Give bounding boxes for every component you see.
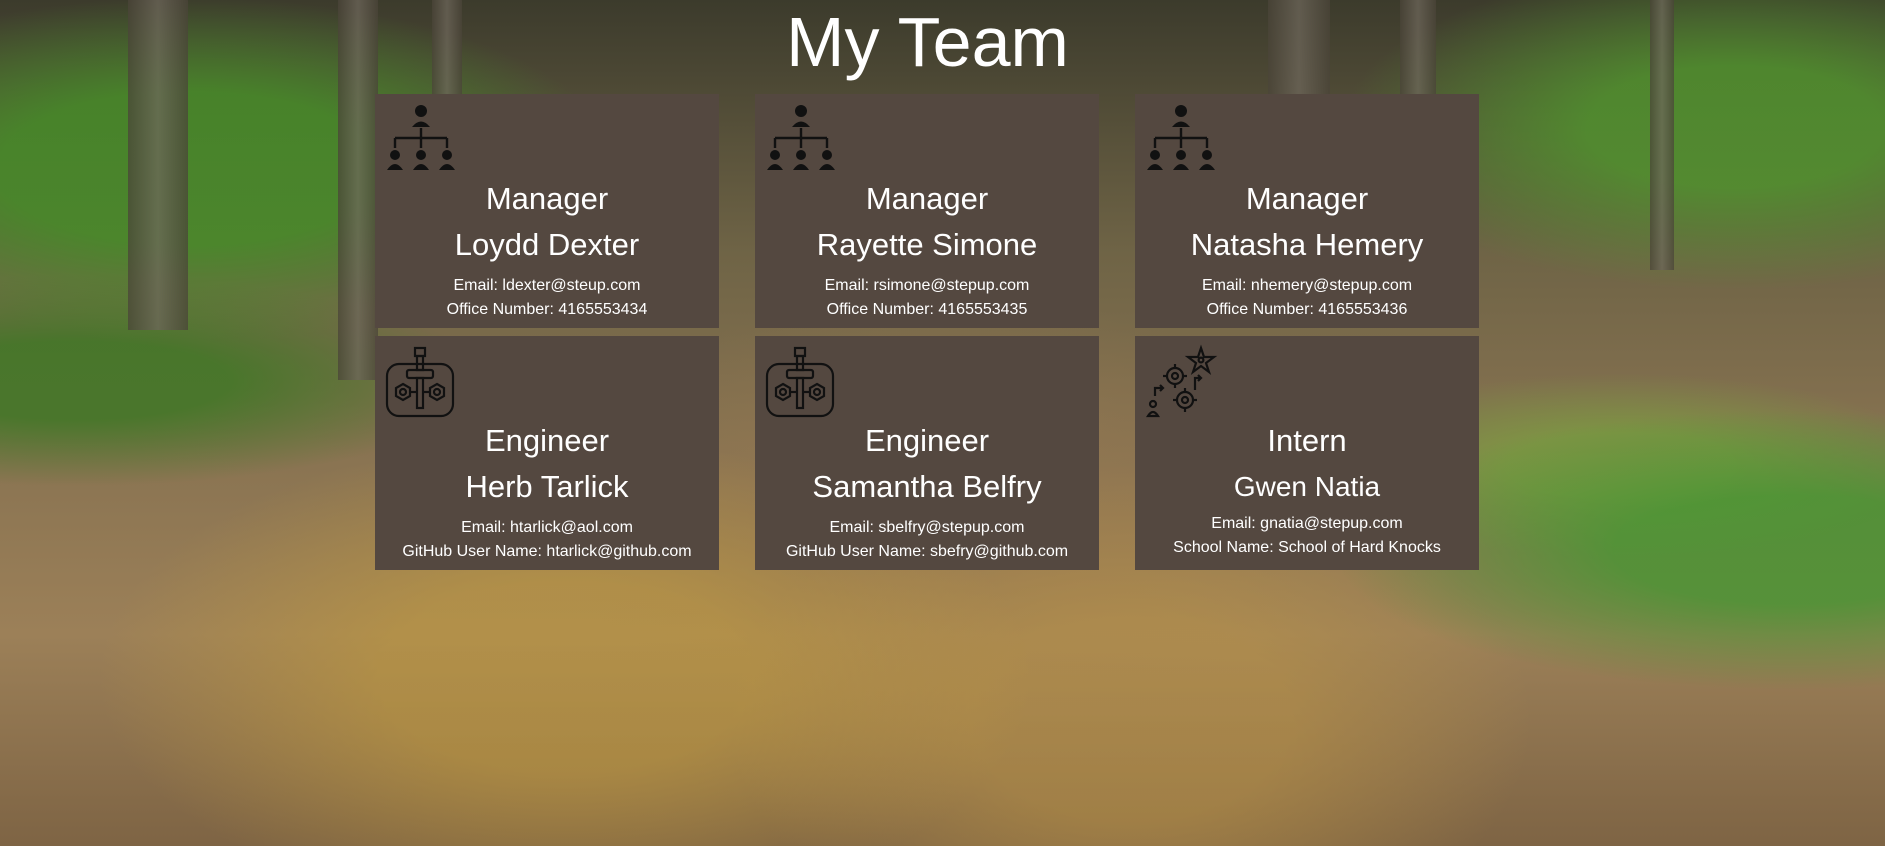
employee-card-manager: Manager Rayette Simone Email: rsimone@st… [755, 94, 1099, 328]
card-role: Manager [865, 181, 989, 216]
engineering-tool-icon [385, 346, 455, 418]
card-role: Intern [1267, 423, 1347, 458]
card-email: Email: rsimone@stepup.com [824, 277, 1030, 294]
card-email: Email: nhemery@stepup.com [1201, 277, 1413, 294]
page-title: My Team [786, 3, 1069, 81]
card-office-number: Office Number: 4165553436 [1206, 301, 1408, 318]
card-name: Samantha Belfry [812, 469, 1042, 504]
employee-card-manager: Manager Loydd Dexter Email: ldexter@steu… [375, 94, 719, 328]
card-office-number: Office Number: 4165553435 [826, 301, 1028, 318]
engineering-tool-icon [765, 346, 835, 418]
card-github-username: GitHub User Name: htarlick@github.com [402, 543, 692, 560]
org-chart-icon [1147, 105, 1215, 170]
card-role: Engineer [864, 423, 990, 458]
card-email: Email: ldexter@steup.com [453, 277, 641, 294]
card-email: Email: htarlick@aol.com [461, 519, 633, 536]
employee-card-engineer: Engineer Herb Tarlick Email: htarlick@ao… [375, 336, 719, 570]
card-school-name: School Name: School of Hard Knocks [1173, 539, 1441, 556]
card-name: Herb Tarlick [465, 469, 629, 504]
card-role: Engineer [484, 423, 610, 458]
card-email: Email: gnatia@stepup.com [1211, 515, 1403, 532]
card-role: Manager [485, 181, 609, 216]
team-card-grid: Manager Loydd Dexter Email: ldexter@steu… [375, 94, 1481, 570]
card-github-username: GitHub User Name: sbefry@github.com [785, 543, 1069, 560]
card-role: Manager [1245, 181, 1369, 216]
employee-card-manager: Manager Natasha Hemery Email: nhemery@st… [1135, 94, 1479, 328]
career-growth-icon [1146, 344, 1218, 418]
employee-card-intern: Intern Gwen Natia Email: gnatia@stepup.c… [1135, 336, 1479, 570]
card-name: Loydd Dexter [454, 227, 640, 262]
org-chart-icon [387, 105, 455, 170]
card-email: Email: sbelfry@stepup.com [829, 519, 1025, 536]
employee-card-engineer: Engineer Samantha Belfry Email: sbelfry@… [755, 336, 1099, 570]
card-name: Rayette Simone [816, 227, 1038, 262]
org-chart-icon [767, 105, 835, 170]
card-office-number: Office Number: 4165553434 [446, 301, 648, 318]
card-name: Natasha Hemery [1190, 227, 1424, 262]
card-name: Gwen Natia [1233, 471, 1381, 502]
